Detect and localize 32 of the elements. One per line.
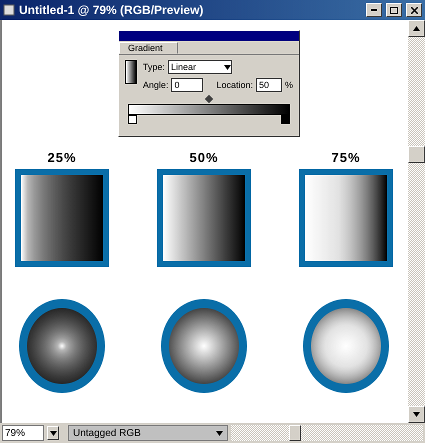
type-label: Type: [142,62,165,72]
sample-label: 50% [189,150,219,165]
horizontal-scrollbar[interactable] [231,425,423,441]
profile-dropdown[interactable]: Untagged RGB [68,425,228,441]
maximize-icon [390,6,398,14]
angle-field[interactable]: 0 [171,78,204,92]
percent-label: % [284,80,293,90]
gradient-preview [125,60,137,84]
document-icon [3,4,15,16]
minimize-button[interactable] [366,3,382,17]
up-arrow-icon [413,26,420,31]
caret-icon [224,64,231,70]
down-arrow-icon [413,412,420,417]
location-field[interactable]: 50 [256,78,282,92]
maximize-button[interactable] [386,3,402,17]
location-label: Location: [216,80,253,90]
angle-label: Angle: [142,80,168,90]
down-arrow-icon [50,430,56,436]
sample-label: 25% [47,150,77,165]
scroll-thumb[interactable] [289,425,301,441]
gradient-slider[interactable] [127,96,291,124]
zoom-field[interactable]: 79% [2,425,44,441]
vertical-scrollbar[interactable] [408,20,425,423]
close-icon [410,6,418,14]
palette-tab[interactable]: Gradient [119,42,178,54]
caret-icon [216,430,223,436]
minimize-icon [371,9,377,11]
type-dropdown[interactable]: Linear [168,60,232,74]
scroll-thumb[interactable] [408,146,425,164]
close-button[interactable] [406,3,422,17]
sample-label: 75% [331,150,361,165]
window-title: Untitled-1 @ 79% (RGB/Preview) [19,3,204,17]
